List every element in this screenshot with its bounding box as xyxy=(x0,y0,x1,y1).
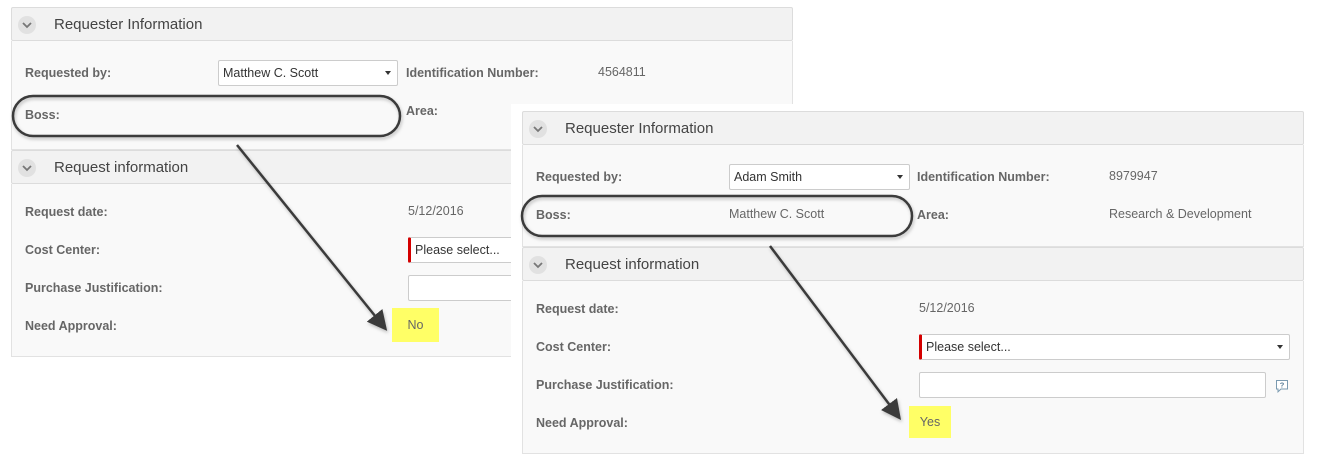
request-date-label: Request date: xyxy=(25,205,108,219)
area-label: Area: xyxy=(406,104,438,118)
requested-by-select[interactable]: Matthew C. Scott xyxy=(218,60,398,86)
requested-by-select[interactable]: Adam Smith xyxy=(729,164,910,190)
cost-center-label: Cost Center: xyxy=(25,243,101,257)
requested-by-label: Requested by: xyxy=(536,170,623,184)
request-date-label: Request date: xyxy=(536,302,619,316)
cost-center-placeholder: Please select... xyxy=(926,340,1011,354)
help-icon[interactable]: ? xyxy=(1275,379,1289,393)
cost-center-select[interactable]: Please select... xyxy=(919,334,1290,360)
need-approval-label: Need Approval: xyxy=(536,416,628,430)
area-label: Area: xyxy=(917,208,949,222)
section-title: Requester Information xyxy=(54,16,203,33)
requested-by-value: Adam Smith xyxy=(734,170,803,184)
dropdown-caret-icon xyxy=(1277,345,1283,349)
purchase-justification-label: Purchase Justification: xyxy=(536,378,674,392)
chevron-down-icon[interactable] xyxy=(18,16,36,34)
boss-value: Matthew C. Scott xyxy=(729,207,825,221)
chevron-down-icon[interactable] xyxy=(529,120,547,138)
section-title: Requester Information xyxy=(565,120,714,137)
requester-section-header[interactable]: Requester Information xyxy=(522,111,1304,145)
svg-text:?: ? xyxy=(1280,381,1285,390)
identification-number-value: 4564811 xyxy=(598,65,646,79)
chevron-down-icon[interactable] xyxy=(18,159,36,177)
request-section-header[interactable]: Request information xyxy=(522,247,1304,281)
cost-center-placeholder: Please select... xyxy=(415,243,500,257)
dropdown-caret-icon xyxy=(897,175,903,179)
requested-by-value: Matthew C. Scott xyxy=(223,66,319,80)
section-title: Request information xyxy=(565,256,700,273)
chevron-down-icon[interactable] xyxy=(529,256,547,274)
purchase-justification-input[interactable] xyxy=(919,372,1266,398)
requested-by-label: Requested by: xyxy=(25,66,112,80)
identification-number-value: 8979947 xyxy=(1109,169,1158,183)
requester-section-header[interactable]: Requester Information xyxy=(11,7,793,41)
boss-label: Boss: xyxy=(25,108,60,122)
section-title: Request information xyxy=(54,159,189,176)
need-approval-value: Yes xyxy=(909,406,951,438)
request-date-value: 5/12/2016 xyxy=(919,301,975,315)
need-approval-label: Need Approval: xyxy=(25,319,117,333)
purchase-justification-label: Purchase Justification: xyxy=(25,281,163,295)
area-value: Research & Development xyxy=(1109,207,1252,221)
form-after: Requester Information Requested by: Adam… xyxy=(511,104,1317,455)
need-approval-value: No xyxy=(392,308,439,342)
identification-number-label: Identification Number: xyxy=(917,170,1050,184)
requester-section-body xyxy=(522,145,1304,247)
dropdown-caret-icon xyxy=(385,71,391,75)
request-date-value: 5/12/2016 xyxy=(408,204,464,218)
identification-number-label: Identification Number: xyxy=(406,66,539,80)
cost-center-label: Cost Center: xyxy=(536,340,612,354)
boss-label: Boss: xyxy=(536,208,571,222)
